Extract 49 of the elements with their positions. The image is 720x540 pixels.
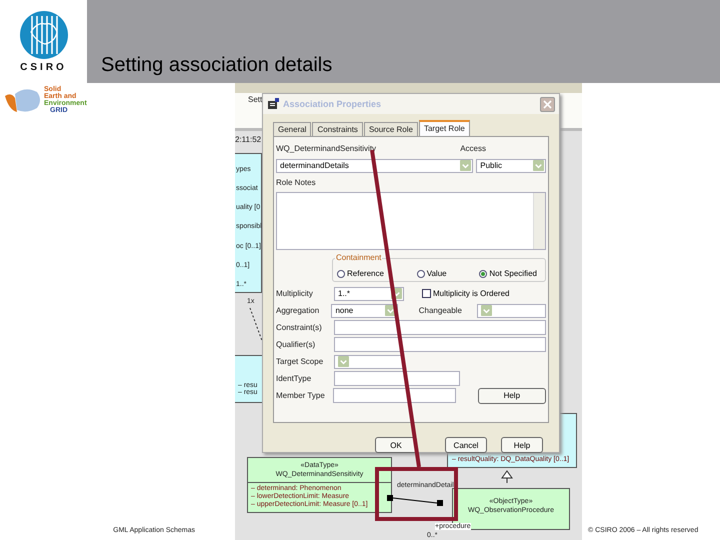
- input-field[interactable]: [334, 320, 546, 335]
- field-label: Access: [460, 144, 486, 153]
- help-button[interactable]: Help: [478, 388, 546, 404]
- dialog-button[interactable]: OK: [375, 437, 417, 453]
- field-label: IdentType: [276, 374, 312, 383]
- dropdown[interactable]: determinandDetails: [276, 158, 474, 172]
- chevron-icon: [481, 305, 492, 316]
- close-icon: [543, 100, 552, 108]
- chevron-icon: [338, 356, 349, 367]
- dropdown[interactable]: [334, 354, 404, 368]
- window-title: Association Properties: [283, 99, 382, 109]
- tab[interactable]: General: [273, 122, 312, 136]
- tab[interactable]: Target Role: [418, 120, 470, 136]
- dialog-button[interactable]: Help: [501, 437, 543, 453]
- radio-option[interactable]: Value: [416, 269, 447, 278]
- field-label: WQ_DeterminandSensitivity: [276, 144, 376, 153]
- field-label: Target Scope: [276, 357, 324, 366]
- dialog-button[interactable]: Cancel: [445, 437, 487, 453]
- notes-field[interactable]: [276, 192, 546, 250]
- input-field[interactable]: [334, 371, 460, 386]
- field-label: Aggregation: [276, 306, 320, 315]
- menu-text: Sett: [248, 95, 262, 104]
- window-icon: [267, 98, 279, 110]
- field-label: Constraint(s): [276, 323, 322, 332]
- field-label: Role Notes: [276, 178, 316, 187]
- radio-option[interactable]: Reference: [337, 269, 384, 278]
- field-label: Member Type: [276, 391, 325, 400]
- slide-title: Setting association details: [101, 54, 332, 77]
- tab[interactable]: Source Role: [364, 122, 418, 136]
- field-label: Changeable: [418, 306, 462, 315]
- checkbox-option[interactable]: Multiplicity is Ordered: [422, 289, 510, 298]
- globe-logo-icon: [18, 10, 68, 60]
- generalization-arrow: [500, 470, 514, 484]
- logo-text: CSIRO: [20, 62, 67, 73]
- dropdown[interactable]: none: [331, 304, 398, 318]
- field-label: Qualifier(s): [276, 340, 316, 349]
- dropdown[interactable]: Public: [476, 158, 546, 172]
- radio-option[interactable]: Not Specified: [479, 269, 537, 278]
- field-label: Multiplicity: [276, 289, 313, 298]
- close-button[interactable]: [540, 96, 555, 112]
- input-field[interactable]: [334, 337, 546, 352]
- chevron-icon: [460, 160, 472, 171]
- tab[interactable]: Constraints: [312, 122, 363, 136]
- time-text: 2:11:52: [235, 135, 262, 144]
- association-line: [387, 493, 445, 509]
- input-field[interactable]: [332, 388, 456, 403]
- chevron-icon: [533, 160, 544, 171]
- dropdown[interactable]: 1..*: [334, 286, 404, 300]
- group-label: Containment: [335, 253, 382, 262]
